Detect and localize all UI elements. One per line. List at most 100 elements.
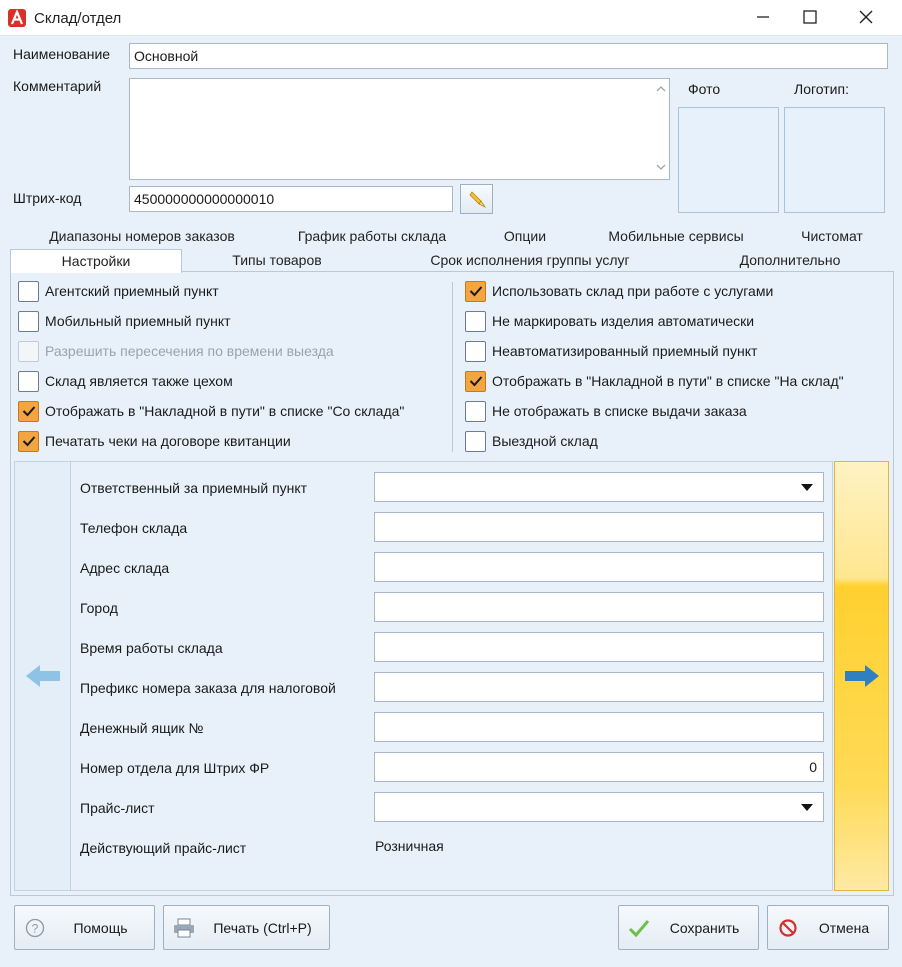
checkbox-box[interactable]	[465, 400, 486, 422]
arrow-left-icon	[25, 665, 60, 687]
checkbox-show-from-warehouse[interactable]: Отображать в "Накладной в пути" в списке…	[18, 400, 404, 422]
checkbox-box[interactable]	[18, 280, 39, 302]
checkbox-allow-overlap: Разрешить пересечения по времени выезда	[18, 340, 334, 362]
name-input[interactable]: Основной	[129, 43, 888, 69]
checkbox-is-workshop[interactable]: Склад является также цехом	[18, 370, 233, 392]
checkbox-mobile-warehouse[interactable]: Выездной склад	[465, 430, 598, 452]
checkbox-label: Агентский приемный пункт	[45, 283, 219, 299]
tab-service-terms[interactable]: Срок исполнения группы услуг	[410, 249, 650, 271]
phone-input[interactable]	[374, 512, 824, 542]
cancel-icon	[776, 916, 800, 940]
tab-row-1: Диапазоны номеров заказов График работы …	[10, 225, 894, 247]
cancel-button-label: Отмена	[818, 919, 870, 936]
checkbox-non-automated-point[interactable]: Неавтоматизированный приемный пункт	[465, 340, 757, 362]
pricelist-select[interactable]	[374, 792, 824, 822]
hours-input[interactable]	[374, 632, 824, 662]
logo-box[interactable]	[784, 107, 885, 213]
help-icon: ?	[23, 916, 47, 940]
cancel-button[interactable]: Отмена	[767, 905, 889, 950]
close-icon	[859, 10, 873, 24]
name-label: Наименование	[13, 46, 111, 62]
pricelist-label: Прайс-лист	[80, 800, 155, 816]
save-button[interactable]: Сохранить	[618, 905, 759, 950]
minimize-button[interactable]	[740, 0, 786, 34]
help-button-label: Помощь	[73, 919, 128, 936]
checkbox-box[interactable]	[18, 400, 39, 422]
checkbox-label: Отображать в "Накладной в пути" в списке…	[492, 373, 844, 389]
checkmark-icon	[469, 286, 482, 297]
checkbox-label: Неавтоматизированный приемный пункт	[492, 343, 758, 359]
hours-label: Время работы склада	[80, 640, 223, 656]
tab-schedule[interactable]: График работы склада	[288, 225, 456, 247]
title-bar: Склад/отдел	[0, 0, 902, 36]
barcode-generate-button[interactable]	[460, 184, 493, 214]
checkbox-label: Не маркировать изделия автоматически	[492, 313, 755, 329]
checkbox-label: Выездной склад	[492, 433, 598, 449]
checkbox-use-for-services[interactable]: Использовать склад при работе с услугами	[465, 280, 773, 302]
logo-label: Логотип:	[794, 81, 849, 97]
barcode-label: Штрих-код	[13, 190, 82, 206]
scroll-up-icon[interactable]	[656, 85, 666, 93]
tab-order-ranges[interactable]: Диапазоны номеров заказов	[30, 225, 254, 247]
address-input[interactable]	[374, 552, 824, 582]
department-number-input[interactable]: 0	[374, 752, 824, 782]
checkbox-agent-point[interactable]: Агентский приемный пункт	[18, 280, 219, 302]
checkbox-box[interactable]	[465, 280, 486, 302]
tab-settings[interactable]: Настройки	[10, 249, 182, 273]
svg-text:?: ?	[32, 921, 39, 935]
checkbox-print-receipts[interactable]: Печатать чеки на договоре квитанции	[18, 430, 291, 452]
city-input[interactable]	[374, 592, 824, 622]
checkmark-icon	[469, 376, 482, 387]
checkbox-label: Склад является также цехом	[45, 373, 233, 389]
checkbox-box[interactable]	[18, 430, 39, 452]
checkbox-no-auto-marking[interactable]: Не маркировать изделия автоматически	[465, 310, 754, 332]
photo-box[interactable]	[678, 107, 779, 213]
printer-icon	[172, 916, 196, 940]
checkbox-box[interactable]	[18, 370, 39, 392]
chevron-down-icon[interactable]	[801, 484, 813, 492]
cash-drawer-input[interactable]	[374, 712, 824, 742]
tab-item-types[interactable]: Типы товаров	[210, 249, 344, 271]
checkbox-label: Разрешить пересечения по времени выезда	[45, 343, 334, 359]
checkbox-box[interactable]	[465, 310, 486, 332]
comment-textarea[interactable]	[129, 78, 670, 180]
help-button[interactable]: ? Помощь	[14, 905, 155, 950]
checkmark-icon	[22, 436, 35, 447]
checkbox-box[interactable]	[465, 370, 486, 392]
checkbox-show-to-warehouse[interactable]: Отображать в "Накладной в пути" в списке…	[465, 370, 844, 392]
print-button[interactable]: Печать (Ctrl+P)	[163, 905, 330, 950]
checkbox-label: Не отображать в списке выдачи заказа	[492, 403, 747, 419]
checkbox-box[interactable]	[18, 310, 39, 332]
scroll-down-icon[interactable]	[656, 163, 666, 171]
checkbox-label: Отображать в "Накладной в пути" в списке…	[45, 403, 405, 419]
maximize-button[interactable]	[787, 0, 833, 34]
checkbox-box[interactable]	[465, 340, 486, 362]
checkbox-divider	[452, 282, 453, 452]
checkbox-hide-in-issue-list[interactable]: Не отображать в списке выдачи заказа	[465, 400, 747, 422]
pencil-icon	[469, 191, 487, 209]
next-page-button[interactable]	[834, 461, 889, 891]
maximize-icon	[803, 10, 817, 24]
checkbox-box[interactable]	[465, 430, 486, 452]
tax-prefix-input[interactable]	[374, 672, 824, 702]
chevron-down-icon[interactable]	[801, 804, 813, 812]
tab-mobile-services[interactable]: Мобильные сервисы	[594, 225, 758, 247]
responsible-select[interactable]	[374, 472, 824, 502]
comment-scrollbar[interactable]	[652, 79, 669, 179]
tab-chistomat[interactable]: Чистомат	[792, 225, 872, 247]
responsible-label: Ответственный за приемный пункт	[80, 480, 308, 496]
minimize-icon	[757, 16, 769, 18]
close-button[interactable]	[843, 0, 889, 34]
active-pricelist-label: Действующий прайс-лист	[80, 840, 247, 856]
address-label: Адрес склада	[80, 560, 170, 576]
checkbox-box	[18, 340, 39, 362]
tab-options[interactable]: Опции	[490, 225, 560, 247]
prev-page-button[interactable]	[14, 461, 71, 891]
department-number-label: Номер отдела для Штрих ФР	[80, 760, 270, 776]
tab-additional[interactable]: Дополнительно	[722, 249, 858, 271]
barcode-input[interactable]: 450000000000000010	[129, 186, 453, 212]
active-pricelist-value: Розничная	[375, 838, 444, 854]
app-logo-icon	[8, 9, 26, 27]
city-label: Город	[80, 600, 118, 616]
checkbox-mobile-point[interactable]: Мобильный приемный пункт	[18, 310, 231, 332]
